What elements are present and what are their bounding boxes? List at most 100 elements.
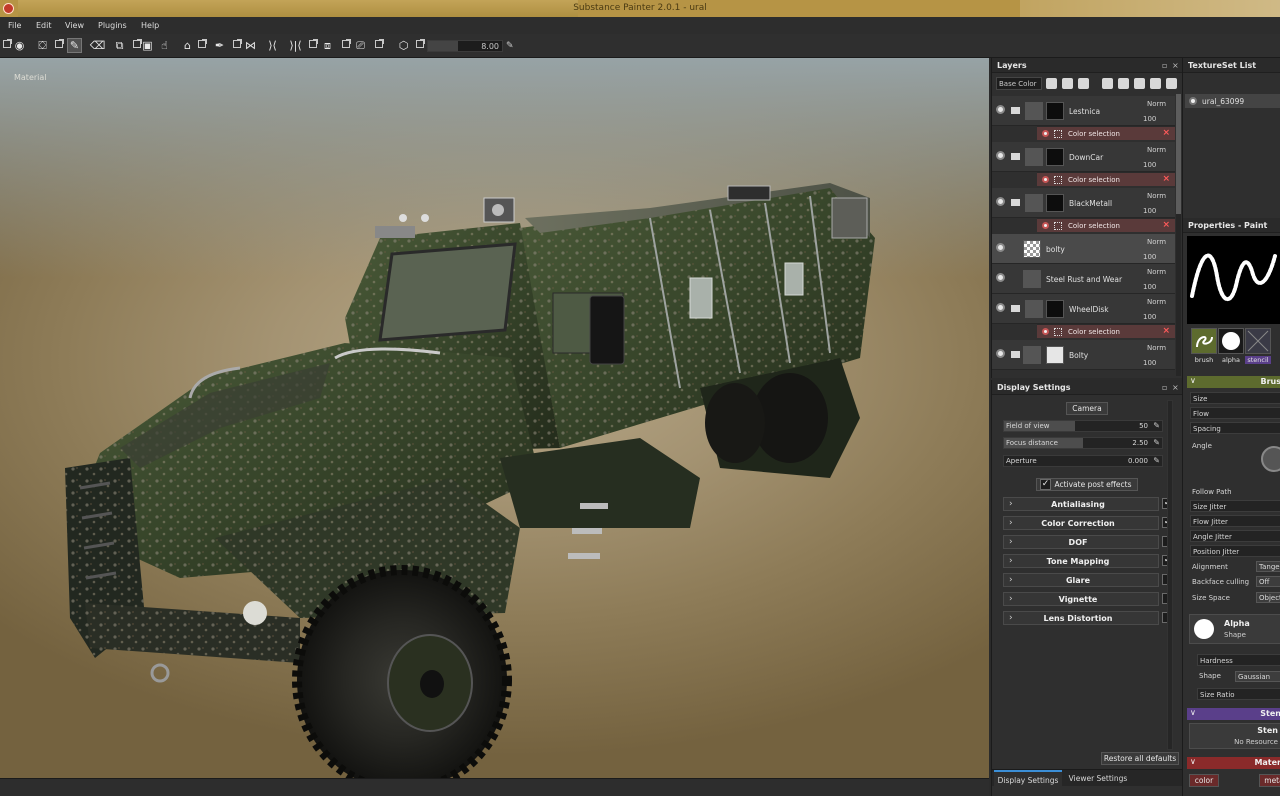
remove-effect-icon[interactable]: × (1162, 220, 1170, 230)
clone-stamp-icon[interactable]: ⌂ (180, 38, 195, 53)
layer-folder-icon[interactable] (1011, 305, 1020, 312)
restore-defaults-button[interactable]: Restore all defaults (1101, 752, 1179, 765)
color-picker-icon[interactable]: ✒ (212, 38, 227, 53)
layers-scrollbar-thumb[interactable] (1176, 94, 1181, 214)
material-metal-button[interactable]: meta (1259, 774, 1280, 787)
post-effects-checkbox[interactable]: ✓ (1040, 479, 1051, 490)
layer-name[interactable]: Steel Rust and Wear (1046, 275, 1122, 284)
brush-flow-row[interactable]: Flow (1190, 407, 1280, 419)
layer-row[interactable]: Lestnica Norm 100 (992, 96, 1175, 126)
menu-view[interactable]: View (65, 21, 84, 30)
layer-opacity[interactable]: 100 (1143, 115, 1156, 123)
stencil-section-header[interactable]: ∨ Sten (1187, 708, 1280, 720)
popout-icon[interactable] (416, 39, 425, 48)
tab-viewer-settings[interactable]: Viewer Settings (1064, 770, 1132, 787)
layer-row[interactable]: Bolty Norm 100 (992, 340, 1175, 370)
add-folder-icon[interactable] (1134, 78, 1145, 89)
symmetry-x-icon[interactable]: ⟩⟨ (265, 38, 280, 53)
layer-opacity[interactable]: 100 (1143, 161, 1156, 169)
add-layer-icon[interactable] (1046, 78, 1057, 89)
menu-edit[interactable]: Edit (36, 21, 52, 30)
mask-effect-row[interactable]: Color selection × (1037, 126, 1175, 140)
mask-effect-row[interactable]: Color selection × (1037, 172, 1175, 186)
hardness-row[interactable]: Hardness (1197, 654, 1280, 666)
material-color-button[interactable]: color (1189, 774, 1219, 787)
collapse-arrow-icon[interactable]: ∨ (1190, 376, 1196, 385)
delete-layer-icon[interactable] (1166, 78, 1177, 89)
smudge-icon[interactable]: ☝ (157, 38, 172, 53)
angle-dial[interactable] (1261, 446, 1280, 472)
layer-opacity[interactable]: 100 (1143, 207, 1156, 215)
layer-opacity[interactable]: 100 (1143, 313, 1156, 321)
effect-visibility-eye-icon[interactable] (1042, 328, 1049, 335)
channel-dropdown[interactable]: Base Color (996, 77, 1042, 90)
menu-help[interactable]: Help (141, 21, 159, 30)
layer-visibility-eye-icon[interactable] (996, 243, 1005, 252)
popout-icon[interactable] (198, 39, 207, 48)
layer-name[interactable]: Bolty (1069, 351, 1088, 360)
textureset-radio[interactable] (1189, 97, 1197, 105)
brush-resource-slot[interactable] (1191, 328, 1217, 354)
flow-jitter-row[interactable]: Flow Jitter (1190, 515, 1280, 527)
material-section-header[interactable]: ∨ Mater (1187, 757, 1280, 769)
post-effect-row[interactable]: › Glare (1003, 573, 1159, 587)
close-icon[interactable]: × (1172, 61, 1179, 70)
backface-culling-dropdown[interactable]: Off (1256, 576, 1280, 587)
layer-folder-icon[interactable] (1011, 153, 1020, 160)
remove-effect-icon[interactable]: × (1162, 128, 1170, 138)
tab-display-settings[interactable]: Display Settings (994, 770, 1062, 787)
popout-icon[interactable] (309, 39, 318, 48)
size-space-dropdown[interactable]: Object (1256, 592, 1280, 603)
brush-spacing-row[interactable]: Spacing (1190, 422, 1280, 434)
substance-logo-icon[interactable]: ◉ (12, 38, 27, 53)
layer-blend-mode[interactable]: Norm (1147, 268, 1166, 276)
focus-distance-slider[interactable]: Focus distance 2.50 ✎ (1003, 437, 1163, 449)
layer-blend-mode[interactable]: Norm (1147, 100, 1166, 108)
layer-blend-mode[interactable]: Norm (1147, 344, 1166, 352)
eraser-icon[interactable]: ⌫ (90, 38, 106, 53)
remove-effect-icon[interactable]: × (1162, 174, 1170, 184)
layer-row[interactable]: WheelDisk Norm 100 (992, 294, 1175, 324)
layer-blend-mode[interactable]: Norm (1147, 298, 1166, 306)
layer-opacity[interactable]: 100 (1143, 253, 1156, 261)
post-effect-row[interactable]: › Antialiasing (1003, 497, 1159, 511)
layer-visibility-eye-icon[interactable] (996, 349, 1005, 358)
follow-path-row[interactable]: Follow Path (1190, 486, 1280, 498)
display-cube-icon[interactable]: ⬡ (396, 38, 411, 53)
angle-jitter-row[interactable]: Angle Jitter (1190, 530, 1280, 542)
textureset-item[interactable]: ural_63099 (1185, 94, 1280, 108)
layer-row[interactable]: BlackMetall Norm 100 (992, 188, 1175, 218)
layer-visibility-eye-icon[interactable] (996, 273, 1005, 282)
post-effect-row[interactable]: › Color Correction (1003, 516, 1159, 530)
layer-row[interactable]: DownCar Norm 100 (992, 142, 1175, 172)
brush-size-slider[interactable]: 8.00 (427, 40, 503, 52)
brush-section-header[interactable]: ∨ Brus (1187, 376, 1280, 388)
close-icon[interactable]: × (1172, 383, 1179, 392)
alignment-dropdown[interactable]: Tange (1256, 561, 1280, 572)
effect-visibility-eye-icon[interactable] (1042, 222, 1049, 229)
popout-icon[interactable] (3, 39, 12, 48)
stencil-slot[interactable]: Sten No Resource (1189, 723, 1280, 749)
mask-effect-row[interactable]: Color selection × (1037, 324, 1175, 338)
popout-icon[interactable] (55, 39, 64, 48)
add-generator-icon[interactable] (1118, 78, 1129, 89)
alpha-resource-slot[interactable] (1218, 328, 1244, 354)
display-scrollbar[interactable] (1167, 400, 1173, 750)
layer-blend-mode[interactable]: Norm (1147, 146, 1166, 154)
post-effect-row[interactable]: › Lens Distortion (1003, 611, 1159, 625)
menu-plugins[interactable]: Plugins (98, 21, 127, 30)
field-of-view-slider[interactable]: Field of view 50 ✎ (1003, 420, 1163, 432)
layer-name[interactable]: bolty (1046, 245, 1065, 254)
paint-brush-icon[interactable]: ✎ (67, 38, 82, 53)
size-jitter-row[interactable]: Size Jitter (1190, 500, 1280, 512)
layer-row[interactable]: Steel Rust and Wear Norm 100 (992, 264, 1175, 294)
layer-row[interactable]: bolty Norm 100 (992, 234, 1175, 264)
add-fill-layer-icon[interactable] (1062, 78, 1073, 89)
layer-name[interactable]: DownCar (1069, 153, 1103, 162)
collapse-arrow-icon[interactable]: ∨ (1190, 708, 1196, 717)
camera-icon[interactable]: ⧈ (320, 38, 335, 53)
effect-visibility-eye-icon[interactable] (1042, 176, 1049, 183)
edit-pencil-icon[interactable]: ✎ (506, 41, 514, 51)
layer-folder-icon[interactable] (1011, 107, 1020, 114)
remove-effect-icon[interactable]: × (1162, 326, 1170, 336)
